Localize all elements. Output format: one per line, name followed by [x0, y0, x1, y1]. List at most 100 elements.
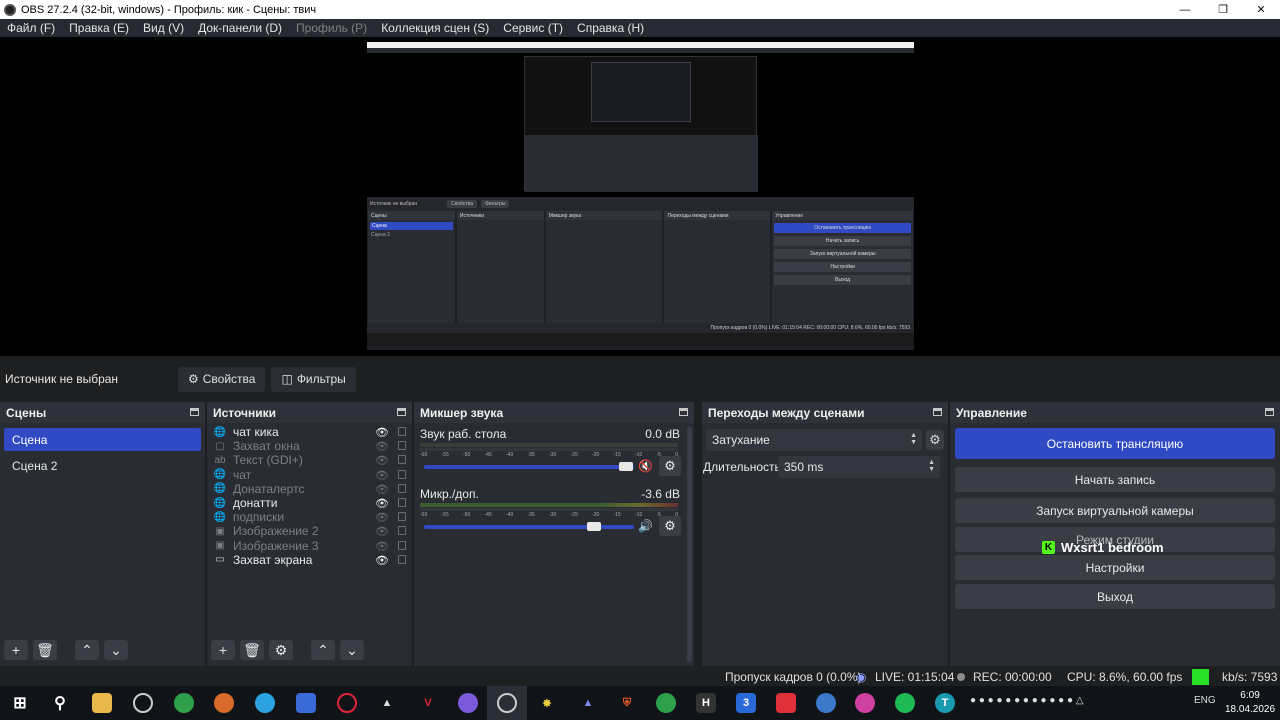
obs-active-icon[interactable] [497, 693, 517, 713]
source-item[interactable]: ▣ Изображение 3 👁 [207, 539, 412, 553]
remove-scene-button[interactable]: 🗑 [33, 640, 57, 660]
minimize-button[interactable]: — [1166, 0, 1204, 19]
track-settings-button[interactable]: ⚙ [659, 456, 681, 476]
app-icon[interactable] [776, 693, 796, 713]
app-icon[interactable] [855, 693, 875, 713]
eye-off-icon[interactable]: 👁 [375, 525, 389, 538]
source-item[interactable]: ▣ Изображение 2 👁 [207, 524, 412, 538]
volume-slider-handle[interactable] [619, 462, 633, 471]
add-source-button[interactable]: + [211, 640, 235, 660]
eye-off-icon[interactable]: 👁 [375, 454, 389, 467]
eye-off-icon[interactable]: 👁 [375, 540, 389, 553]
remove-source-button[interactable]: 🗑 [240, 640, 264, 660]
menu-scene-collection[interactable]: Коллекция сцен (S) [374, 21, 496, 35]
app-icon[interactable]: 3 [736, 693, 756, 713]
lock-icon[interactable] [398, 441, 406, 451]
lock-icon[interactable] [398, 540, 406, 550]
source-item[interactable]: 🌐 чат 👁 [207, 468, 412, 482]
browser-icon[interactable] [214, 693, 234, 713]
stop-streaming-button[interactable]: Остановить трансляцию [955, 428, 1275, 459]
eye-icon[interactable]: 👁 [375, 497, 389, 510]
track-settings-button[interactable]: ⚙ [659, 516, 681, 536]
eye-off-icon[interactable]: 👁 [375, 483, 389, 496]
lock-icon[interactable] [398, 526, 406, 536]
filters-button[interactable]: ◫ Фильтры [271, 366, 356, 392]
app-icon[interactable]: H [696, 693, 716, 713]
settings-button[interactable]: Настройки [955, 555, 1275, 580]
app-icon[interactable]: T [935, 693, 955, 713]
move-source-down-button[interactable]: ⌄ [340, 640, 364, 660]
start-virtual-camera-button[interactable]: Запуск виртуальной камеры [955, 498, 1275, 523]
lock-icon[interactable] [398, 427, 406, 436]
source-item[interactable]: 🌐 чат кика 👁 [207, 425, 412, 439]
start-recording-button[interactable]: Начать запись [955, 467, 1275, 492]
file-explorer-icon[interactable] [92, 693, 112, 713]
eye-off-icon[interactable]: 👁 [375, 440, 389, 453]
undock-icon[interactable] [679, 408, 688, 416]
speaker-icon[interactable]: 🔊 [638, 519, 653, 533]
lock-icon[interactable] [398, 497, 406, 507]
source-properties-button[interactable]: ⚙ [269, 640, 293, 660]
chrome-icon[interactable] [174, 693, 194, 713]
lock-icon[interactable] [398, 469, 406, 479]
scene-item-scena[interactable]: Сцена [4, 428, 201, 451]
undock-icon[interactable] [933, 408, 942, 416]
exit-button[interactable]: Выход [955, 584, 1275, 609]
menu-help[interactable]: Справка (H) [570, 21, 651, 35]
lock-icon[interactable] [398, 512, 406, 522]
move-source-up-button[interactable]: ⌃ [311, 640, 335, 660]
search-icon[interactable]: ⚲ [50, 693, 70, 713]
app-icon[interactable] [458, 693, 478, 713]
obs-icon[interactable] [133, 693, 153, 713]
chrome-icon[interactable] [656, 693, 676, 713]
updown-arrows-icon[interactable]: ▲ ▼ [928, 459, 935, 473]
undock-icon[interactable] [190, 408, 199, 416]
scene-item-scena-2[interactable]: Сцена 2 [4, 454, 201, 477]
add-scene-button[interactable]: + [4, 640, 28, 660]
app-icon[interactable] [816, 693, 836, 713]
move-scene-up-button[interactable]: ⌃ [75, 640, 99, 660]
restore-button[interactable]: ❐ [1204, 0, 1242, 19]
app-icon[interactable]: ▲ [377, 693, 397, 713]
source-item[interactable]: 🌐 Донаталертс 👁 [207, 482, 412, 496]
transition-select[interactable]: Затухание ▲ ▼ [706, 429, 922, 451]
system-tray-icons[interactable]: ● ● ● ● ● ● ● ● ● ● ● ● △ [970, 695, 1084, 706]
spotify-icon[interactable] [895, 693, 915, 713]
source-item[interactable]: 🌐 подписки 👁 [207, 510, 412, 524]
volume-slider-handle[interactable] [587, 522, 601, 531]
opera-icon[interactable] [337, 693, 357, 713]
language-indicator[interactable]: ENG [1194, 695, 1216, 706]
windows-start-icon[interactable]: ⊞ [10, 693, 30, 713]
eye-off-icon[interactable]: 👁 [375, 511, 389, 524]
source-item[interactable]: ab Текст (GDI+) 👁 [207, 453, 412, 467]
brave-icon[interactable]: ⛨ [617, 693, 637, 713]
volume-slider[interactable] [424, 462, 634, 471]
app-icon[interactable]: ✸ [537, 693, 557, 713]
menu-docks[interactable]: Док-панели (D) [191, 21, 289, 35]
menu-edit[interactable]: Правка (E) [62, 21, 136, 35]
monitor-app-icon[interactable] [296, 693, 316, 713]
eye-off-icon[interactable]: 👁 [375, 469, 389, 482]
properties-button[interactable]: ⚙ Свойства [178, 366, 266, 392]
menu-tools[interactable]: Сервис (T) [496, 21, 570, 35]
preview-area[interactable]: Источник не выбран Свойства Фильтры Сцен… [0, 37, 1280, 356]
volume-slider[interactable] [424, 522, 634, 531]
source-item[interactable]: ▢ Захват окна 👁 [207, 439, 412, 453]
menu-view[interactable]: Вид (V) [136, 21, 191, 35]
clock[interactable]: 6:09 18.04.2026 [1225, 689, 1275, 717]
eye-icon[interactable]: 👁 [375, 426, 389, 439]
mixer-scrollbar[interactable] [687, 427, 692, 662]
telegram-icon[interactable] [255, 693, 275, 713]
lock-icon[interactable] [398, 455, 406, 465]
close-button[interactable]: ✕ [1242, 0, 1280, 19]
duration-spinbox[interactable]: 350 ms ▲ ▼ [778, 456, 940, 478]
undock-icon[interactable] [397, 408, 406, 416]
eye-icon[interactable]: 👁 [375, 554, 389, 567]
speaker-muted-icon[interactable]: 🔇 [638, 459, 653, 473]
undock-icon[interactable] [1265, 408, 1274, 416]
lock-icon[interactable] [398, 554, 406, 564]
lock-icon[interactable] [398, 483, 406, 493]
menu-file[interactable]: Файл (F) [0, 21, 62, 35]
source-item[interactable]: ▭ Захват экрана 👁 [207, 553, 412, 567]
move-scene-down-button[interactable]: ⌄ [104, 640, 128, 660]
